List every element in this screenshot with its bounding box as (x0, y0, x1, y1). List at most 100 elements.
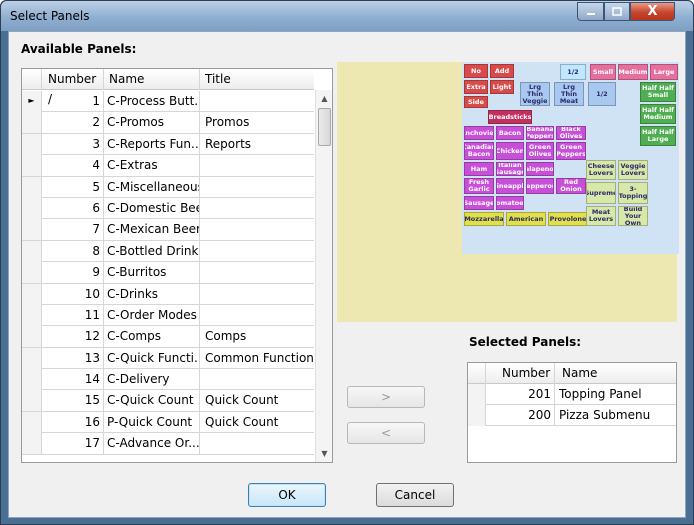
scroll-up-arrow-icon[interactable]: ▲ (316, 90, 332, 107)
available-panels-label: Available Panels: (21, 42, 137, 56)
table-row[interactable]: 17 C-Advance Or... (22, 433, 314, 455)
panel-number: 13 (42, 347, 104, 369)
panel-title: Quick Count (205, 414, 279, 429)
panel-title: Common Functions (205, 350, 314, 365)
panel-number: 1 (42, 91, 104, 112)
preview-tile: 1/2 (588, 82, 616, 106)
available-panels-grid[interactable]: Number / Name Title ► 1 C-Process Butt... 2… (21, 68, 333, 463)
table-row[interactable]: 10 C-Drinks (22, 283, 314, 305)
preview-tile: Supreme (586, 182, 616, 204)
current-row-indicator-icon (22, 390, 42, 412)
current-row-indicator-icon (22, 411, 42, 433)
table-row[interactable]: 9 C-Burritos (22, 262, 314, 284)
table-row[interactable]: ► 1 C-Process Butt... (22, 91, 314, 113)
minimize-button[interactable] (577, 2, 604, 21)
preview-tile: Half Half Small (640, 82, 676, 102)
panel-number: 11 (42, 304, 104, 326)
table-row[interactable]: 15 C-Quick Count Quick Count (22, 390, 314, 412)
preview-tile: Side (464, 96, 488, 108)
preview-tile: Extra (464, 80, 488, 94)
scroll-thumb[interactable] (318, 108, 331, 146)
panel-name: C-Reports Fun... (104, 133, 200, 155)
table-row[interactable]: 11 C-Order Modes (22, 304, 314, 327)
current-row-indicator-icon (22, 176, 42, 198)
panel-title (200, 177, 314, 198)
preview-tile: Veggie Lovers (618, 160, 648, 180)
selected-column-header-name[interactable]: Name (555, 363, 676, 384)
preview-tile: Fresh Garlic (464, 178, 494, 194)
title-bar[interactable]: Select Panels X (1, 1, 693, 31)
selected-panels-grid[interactable]: Number Name 201 Topping Panel 200 Pizza … (467, 362, 677, 463)
current-row-indicator-icon (22, 155, 42, 177)
row-indicator (468, 384, 486, 405)
table-row[interactable]: 16 P-Quick Count Quick Count (22, 411, 314, 434)
preview-tile: Sausage (464, 196, 494, 210)
current-row-indicator-icon (22, 283, 42, 305)
panel-number: 4 (42, 155, 104, 177)
column-header-title[interactable]: Title (200, 69, 314, 90)
preview-tile: 1/2 (560, 64, 586, 80)
table-row[interactable]: 4 C-Extras (22, 155, 314, 177)
table-row[interactable]: 2 C-Promos Promos (22, 112, 314, 134)
panel-title: Promos (205, 115, 250, 130)
column-header-name[interactable]: Name (104, 69, 200, 90)
table-row[interactable]: 6 C-Domestic Beer (22, 197, 314, 220)
preview-tile: Small (590, 64, 616, 80)
preview-tile: Lrg Thin Veggie (520, 82, 550, 106)
add-panel-button[interactable]: > (347, 386, 425, 408)
table-row[interactable]: 13 C-Quick Functi... Common Functions (22, 347, 314, 370)
panel-title (200, 219, 314, 240)
panel-title (200, 433, 314, 454)
table-row[interactable]: 8 C-Bottled Drinks (22, 240, 314, 263)
maximize-icon (612, 6, 622, 16)
selected-panel-name: Pizza Submenu (559, 408, 651, 422)
panel-title (200, 284, 314, 305)
panel-name: C-Extras (104, 155, 200, 177)
selected-table-row[interactable]: 201 Topping Panel (468, 384, 676, 405)
current-row-indicator-icon: ► (22, 91, 42, 112)
table-row[interactable]: 3 C-Reports Fun... Reports (22, 133, 314, 156)
preview-tile: Green Olives (526, 142, 554, 160)
panel-name: C-Process Butt... (104, 91, 200, 112)
panel-name: C-Quick Count (104, 390, 200, 412)
selected-panels-label: Selected Panels: (469, 335, 582, 349)
column-header-number[interactable]: Number / (42, 69, 104, 106)
panel-title (200, 241, 314, 262)
preview-tile: Anchovies (464, 126, 494, 140)
preview-tile: Chicken (496, 142, 524, 160)
remove-panel-button[interactable]: < (347, 422, 425, 444)
selected-column-header-number[interactable]: Number (486, 363, 555, 384)
preview-tile: Italian Sausage (496, 162, 524, 176)
preview-tile: Breadsticks (488, 110, 532, 124)
panel-name: C-Promos (104, 112, 200, 134)
preview-tile: Canadian Bacon (464, 142, 494, 160)
panel-number: 17 (42, 433, 104, 455)
available-grid-scrollbar[interactable]: ▲ ▼ (315, 90, 332, 462)
dialog-body: Available Panels: Number / Name Title ► 1… (8, 31, 686, 518)
preview-tile: Tomatoes (496, 196, 524, 210)
panel-name: C-Miscellaneous (104, 176, 200, 198)
close-button[interactable]: X (630, 2, 675, 21)
panel-name: C-Delivery (104, 369, 200, 391)
table-row[interactable]: 5 C-Miscellaneous (22, 176, 314, 198)
selected-table-row[interactable]: 200 Pizza Submenu (468, 405, 676, 426)
preview-tile: Light (490, 80, 514, 94)
maximize-button[interactable] (604, 2, 630, 21)
current-row-indicator-icon (22, 240, 42, 262)
panel-number: 3 (42, 133, 104, 155)
cancel-button[interactable]: Cancel (376, 483, 454, 507)
panel-number: 8 (42, 240, 104, 262)
panel-number: 15 (42, 390, 104, 412)
current-row-indicator-icon (22, 197, 42, 219)
preview-tile: Meat Lovers (586, 206, 616, 226)
panel-number: 6 (42, 197, 104, 219)
scroll-down-arrow-icon[interactable]: ▼ (316, 445, 332, 462)
table-row[interactable]: 12 C-Comps Comps (22, 326, 314, 348)
preview-tile: 3-Topping (618, 182, 648, 204)
table-row[interactable]: 7 C-Mexican Beer (22, 219, 314, 241)
ok-button[interactable]: OK (248, 483, 326, 507)
panel-name: C-Advance Or... (104, 433, 200, 455)
panel-number: 9 (42, 262, 104, 284)
panel-title: Reports (205, 136, 252, 151)
table-row[interactable]: 14 C-Delivery (22, 369, 314, 391)
